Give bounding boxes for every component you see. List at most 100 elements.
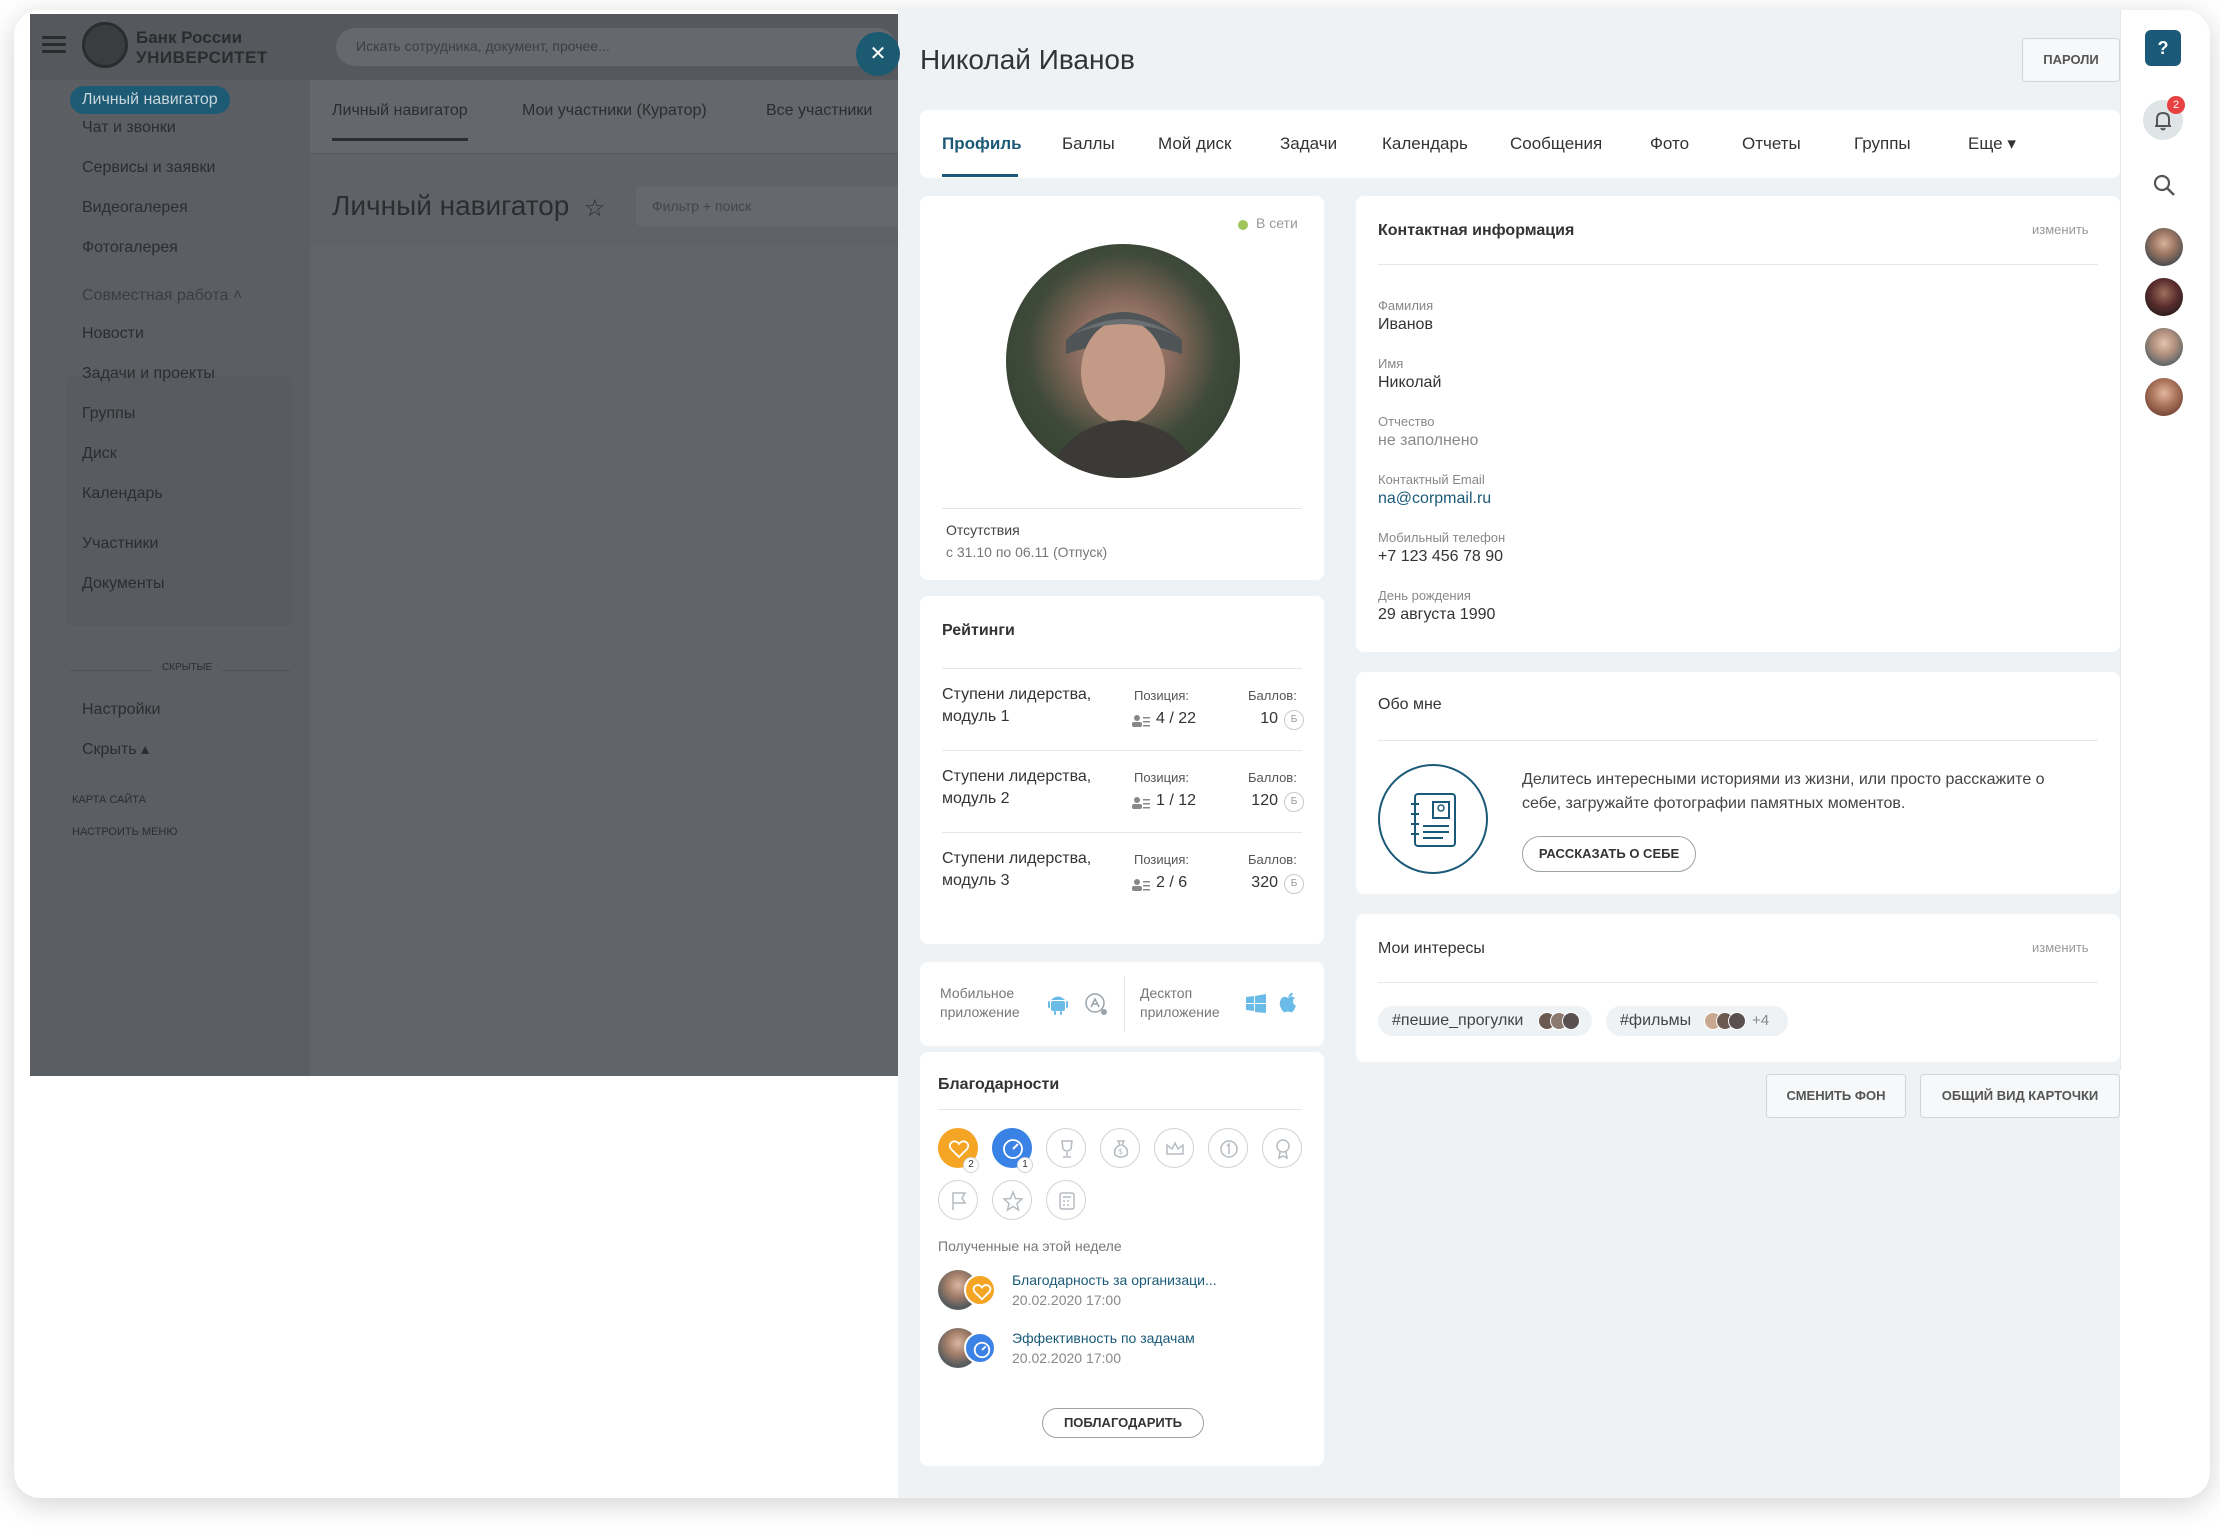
profile-slider: ✕ Николай Иванов ПАРОЛИ Профиль Баллы Мо… — [856, 10, 2210, 1498]
menu-item-video[interactable]: Видеогалерея — [70, 194, 200, 222]
apple-icon[interactable] — [1276, 990, 1300, 1014]
appstore-icon[interactable] — [1084, 992, 1108, 1016]
menu-item-services[interactable]: Сервисы и заявки — [70, 154, 227, 182]
tab-groups[interactable]: Группы — [1854, 134, 1911, 154]
change-background-button[interactable]: СМЕНИТЬ ФОН — [1766, 1074, 1906, 1118]
menu-item-photo[interactable]: Фотогалерея — [70, 234, 190, 262]
tab-tasks[interactable]: Задачи — [1280, 134, 1337, 154]
thanks-item-title[interactable]: Благодарность за организаци... — [1012, 1272, 1217, 1288]
windows-icon[interactable] — [1244, 992, 1268, 1016]
portal-tab-all-members[interactable]: Все участники — [766, 102, 872, 120]
rating-name[interactable]: Ступени лидерства, модуль 2 — [942, 766, 1142, 810]
tab-more[interactable]: Еще ▾ — [1968, 134, 2016, 154]
position-label: Позиция: — [1134, 852, 1190, 867]
setup-menu-link[interactable]: НАСТРОИТЬ МЕНЮ — [72, 826, 177, 838]
field-value: 29 августа 1990 — [1378, 606, 1496, 623]
money-badge-icon[interactable]: $ — [1100, 1128, 1140, 1168]
menu-item-news[interactable]: Новости — [70, 320, 156, 348]
portal-tabs: Личный навигатор Мои участники (Куратор)… — [310, 80, 930, 154]
logo-subtitle: УНИВЕРСИТЕТ — [136, 48, 268, 67]
portal-search-input[interactable]: Искать сотрудника, документ, прочее... — [336, 28, 896, 66]
menu-item-calendar[interactable]: Календарь — [70, 480, 175, 508]
avatar[interactable] — [2145, 328, 2183, 366]
menu-item-disk[interactable]: Диск — [70, 440, 129, 468]
sitemap-link[interactable]: КАРТА САЙТА — [72, 794, 146, 806]
close-icon[interactable]: ✕ — [856, 32, 900, 76]
thanks-item-date: 20.02.2020 17:00 — [1012, 1350, 1121, 1366]
thanks-card: Благодарности 2 1 $ Полученные на этой н… — [920, 1052, 1324, 1466]
flag-badge-icon[interactable] — [938, 1180, 978, 1220]
desktop-app-label: Десктоп приложение — [1140, 985, 1220, 1020]
contacts-title: Контактная информация — [1378, 222, 1575, 239]
tag-members — [1704, 1011, 1746, 1031]
portal-tab-navigator[interactable]: Личный навигатор — [332, 102, 468, 141]
interests-edit-link[interactable]: изменить — [2032, 940, 2089, 955]
app-window: Банк России УНИВЕРСИТЕТ Искать сотрудник… — [14, 10, 2210, 1498]
badge-count: 1 — [1017, 1157, 1033, 1173]
menu-hidden-label: СКРЫТЫЕ — [152, 662, 223, 673]
svg-text:$: $ — [1118, 1147, 1123, 1156]
thank-button[interactable]: ПОБЛАГОДАРИТЬ — [1042, 1408, 1204, 1438]
email-link[interactable]: na@corpmail.ru — [1378, 490, 1491, 508]
field-label: Отчество — [1378, 414, 1435, 429]
interest-tag[interactable]: #фильмы +4 — [1606, 1006, 1788, 1036]
speedometer-badge-icon[interactable]: 1 — [992, 1128, 1033, 1173]
search-icon[interactable] — [2151, 172, 2177, 198]
tab-photo[interactable]: Фото — [1650, 134, 1689, 154]
tab-messages[interactable]: Сообщения — [1510, 134, 1602, 154]
star-icon[interactable]: ☆ — [584, 194, 606, 223]
menu-item-members[interactable]: Участники — [70, 530, 170, 558]
about-text: Делитесь интересными историями из жизни,… — [1522, 771, 2045, 812]
menu-icon[interactable] — [42, 36, 66, 54]
portal-tab-my-members[interactable]: Мои участники (Куратор) — [522, 102, 707, 120]
android-icon[interactable] — [1046, 992, 1070, 1016]
people-icon — [1132, 879, 1150, 891]
avatar[interactable] — [1006, 244, 1240, 478]
contacts-edit-link[interactable]: изменить — [2032, 222, 2089, 237]
help-icon[interactable]: ? — [2145, 30, 2181, 66]
crown-badge-icon[interactable] — [1154, 1128, 1194, 1168]
number-one-badge-icon[interactable] — [1208, 1128, 1248, 1168]
tab-profile[interactable]: Профиль — [942, 134, 1022, 154]
menu-item-documents[interactable]: Документы — [70, 570, 176, 598]
menu-item-collaboration[interactable]: Совместная работа ˄ — [70, 282, 254, 310]
rating-name[interactable]: Ступени лидерства, модуль 1 — [942, 684, 1142, 728]
avatar[interactable] — [2145, 278, 2183, 316]
avatar[interactable] — [2145, 228, 2183, 266]
people-icon — [1132, 715, 1150, 727]
thanks-item-title[interactable]: Эффективность по задачам — [1012, 1330, 1195, 1346]
menu-item-tasks[interactable]: Задачи и проекты — [70, 360, 227, 388]
heart-badge-icon[interactable]: 2 — [938, 1128, 979, 1173]
position-label: Позиция: — [1134, 688, 1190, 703]
calculator-badge-icon[interactable] — [1046, 1180, 1086, 1220]
points-badge: Б — [1284, 874, 1304, 894]
trophy-badge-icon[interactable] — [1046, 1128, 1086, 1168]
menu-item-hide[interactable]: Скрыть ▴ — [70, 736, 161, 764]
tag-members — [1538, 1011, 1580, 1031]
score-label: Баллов: — [1248, 852, 1297, 867]
interests-card: Мои интересы изменить #пешие_прогулки #ф… — [1356, 914, 2120, 1062]
tab-points[interactable]: Баллы — [1062, 134, 1115, 154]
position-label: Позиция: — [1134, 770, 1190, 785]
medal-badge-icon[interactable] — [1262, 1128, 1302, 1168]
tab-calendar[interactable]: Календарь — [1382, 134, 1468, 154]
menu-item-chat[interactable]: Чат и звонки — [70, 114, 188, 142]
tell-about-button[interactable]: РАССКАЗАТЬ О СЕБЕ — [1522, 836, 1696, 872]
star-badge-icon[interactable] — [992, 1180, 1032, 1220]
rating-name[interactable]: Ступени лидерства, модуль 3 — [942, 848, 1142, 892]
tab-my-disk[interactable]: Мой диск — [1158, 134, 1231, 154]
passwords-button[interactable]: ПАРОЛИ — [2022, 38, 2120, 82]
score-value: 10 — [1260, 710, 1278, 727]
tab-reports[interactable]: Отчеты — [1742, 134, 1801, 154]
menu-item-groups[interactable]: Группы — [70, 400, 147, 428]
portal-filter-input[interactable]: Фильтр + поиск — [636, 186, 936, 226]
divider — [942, 508, 1302, 509]
score-value: 320 — [1251, 874, 1278, 891]
score-value: 120 — [1251, 792, 1278, 809]
interest-tag[interactable]: #пешие_прогулки — [1378, 1006, 1592, 1036]
menu-item-settings[interactable]: Настройки — [70, 696, 172, 724]
avatar[interactable] — [2145, 378, 2183, 416]
menu-item-personal-navigator[interactable]: Личный навигатор — [70, 86, 230, 114]
ratings-card: Рейтинги Ступени лидерства, модуль 1 Поз… — [920, 596, 1324, 944]
card-view-button[interactable]: ОБЩИЙ ВИД КАРТОЧКИ — [1920, 1074, 2120, 1118]
